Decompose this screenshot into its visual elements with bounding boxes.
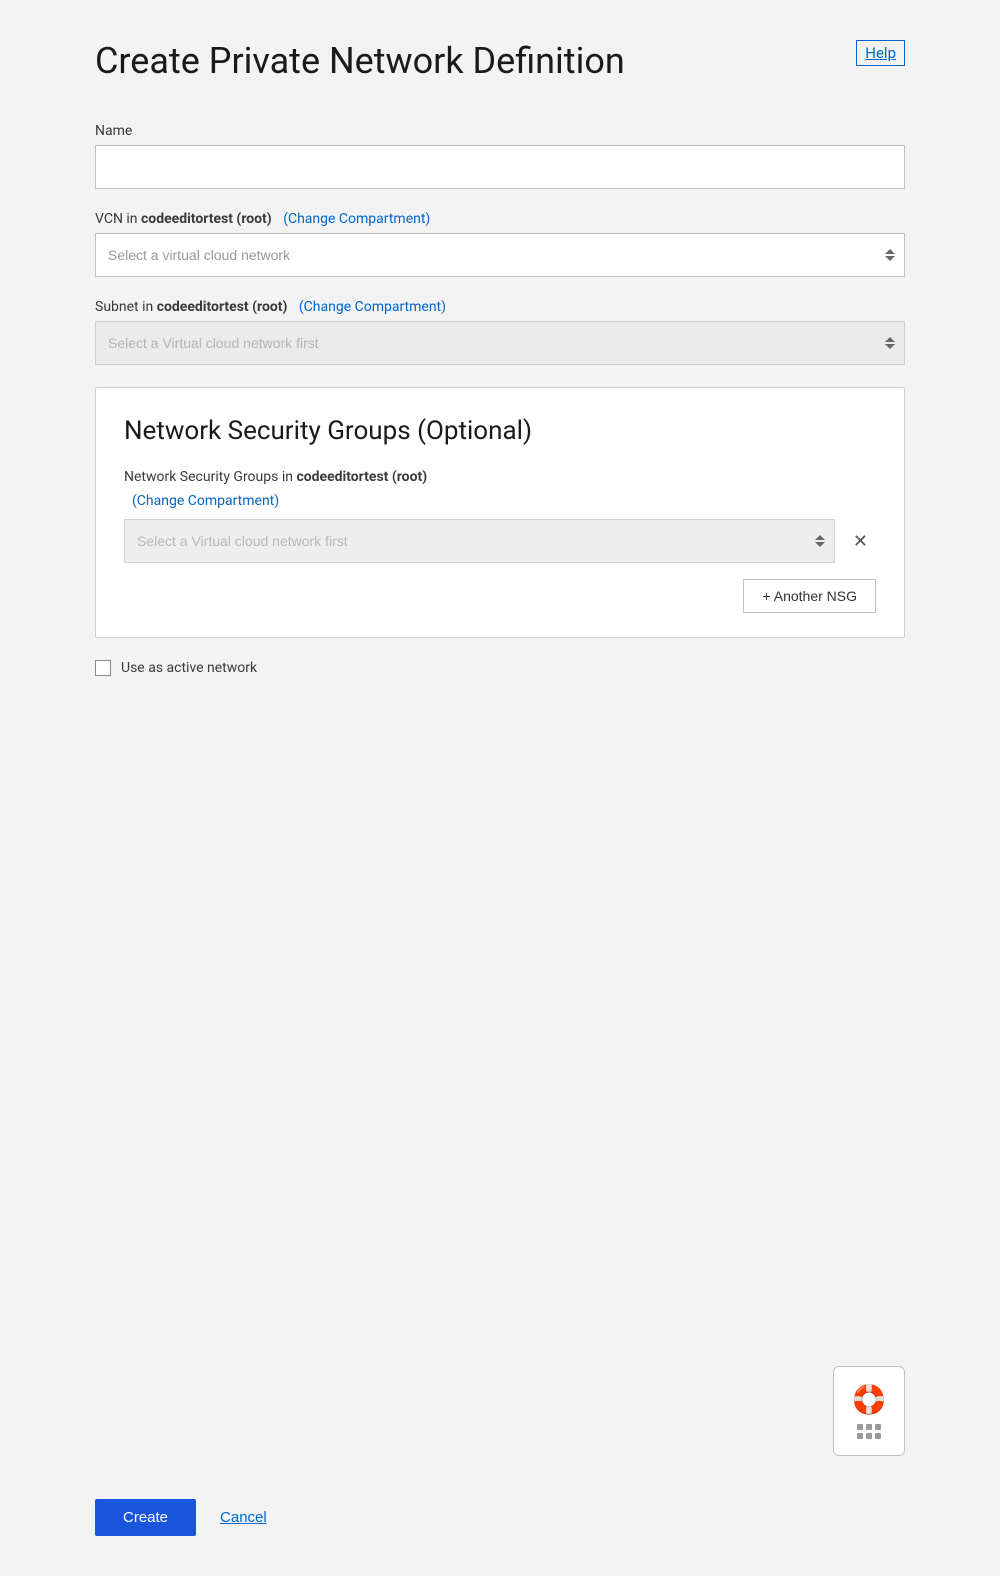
help-widget[interactable]: 🛟 [833,1366,905,1456]
help-link[interactable]: Help [856,40,905,66]
subnet-label: Subnet in codeeditortest (root) (Change … [95,299,905,315]
vcn-label-prefix: VCN in [95,211,141,227]
vcn-select[interactable]: Select a virtual cloud network [95,233,905,277]
nsg-change-compartment-link[interactable]: (Change Compartment) [132,493,876,509]
dot-6 [875,1433,881,1439]
help-widget-dots [857,1424,881,1439]
subnet-select[interactable]: Select a Virtual cloud network first [95,321,905,365]
nsg-label: Network Security Groups in codeeditortes… [124,469,427,485]
dot-5 [866,1433,872,1439]
another-nsg-button[interactable]: + Another NSG [743,579,876,613]
vcn-label: VCN in codeeditortest (root) (Change Com… [95,211,905,227]
name-label: Name [95,123,905,139]
dot-3 [875,1424,881,1430]
create-button[interactable]: Create [95,1499,196,1536]
dot-2 [866,1424,872,1430]
nsg-close-button[interactable]: ✕ [845,528,876,554]
subnet-label-prefix: Subnet in [95,299,157,315]
active-network-row: Use as active network [95,660,905,676]
nsg-compartment-name: codeeditortest (root) [296,469,427,485]
subnet-section: Subnet in codeeditortest (root) (Change … [95,299,905,365]
page-header: Create Private Network Definition Help [95,40,905,83]
name-section: Name [95,123,905,189]
vcn-select-wrapper: Select a virtual cloud network [95,233,905,277]
nsg-label-row: Network Security Groups in codeeditortes… [124,466,876,485]
nsg-select[interactable]: Select a Virtual cloud network first [124,519,835,563]
dot-1 [857,1424,863,1430]
page-container: Create Private Network Definition Help N… [50,0,950,1576]
nsg-section-title: Network Security Groups (Optional) [124,416,876,446]
cancel-button[interactable]: Cancel [220,1509,267,1526]
subnet-select-wrapper: Select a Virtual cloud network first [95,321,905,365]
vcn-change-compartment-link[interactable]: (Change Compartment) [283,211,430,227]
page-title: Create Private Network Definition [95,40,625,83]
nsg-label-prefix: Network Security Groups in [124,469,296,485]
nsg-card: Network Security Groups (Optional) Netwo… [95,387,905,638]
vcn-section: VCN in codeeditortest (root) (Change Com… [95,211,905,277]
dot-4 [857,1433,863,1439]
footer-actions: Create Cancel [95,1499,267,1536]
nsg-select-row: Select a Virtual cloud network first ✕ [124,519,876,563]
name-input[interactable] [95,145,905,189]
active-network-checkbox[interactable] [95,660,111,676]
active-network-label: Use as active network [121,660,257,676]
vcn-compartment-name: codeeditortest (root) [141,211,272,227]
subnet-change-compartment-link[interactable]: (Change Compartment) [299,299,446,315]
subnet-compartment-name: codeeditortest (root) [157,299,288,315]
help-widget-icon: 🛟 [852,1383,887,1416]
nsg-select-wrapper: Select a Virtual cloud network first [124,519,835,563]
